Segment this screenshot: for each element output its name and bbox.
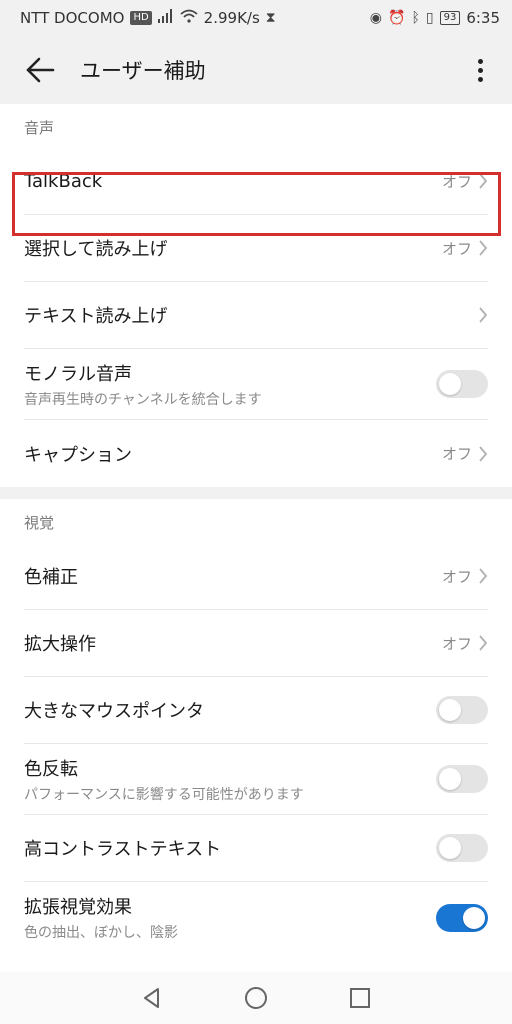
setting-magnification[interactable]: 拡大操作 オフ xyxy=(24,610,488,677)
chevron-right-icon xyxy=(479,568,488,584)
signal-icon xyxy=(157,9,174,27)
setting-talkback[interactable]: TalkBack オフ xyxy=(24,148,488,215)
hourglass-icon: ⧗ xyxy=(265,10,276,26)
setting-description: パフォーマンスに影響する可能性があります xyxy=(24,786,304,803)
setting-label: モノラル音声 xyxy=(24,363,132,385)
arrow-left-icon xyxy=(26,57,55,83)
toggle-knob xyxy=(439,373,461,395)
high-contrast-toggle[interactable] xyxy=(436,834,488,862)
setting-label: 色補正 xyxy=(24,567,78,588)
setting-value: オフ xyxy=(441,239,472,258)
wifi-icon xyxy=(180,9,198,27)
setting-description: 色の抽出、ぼかし、陰影 xyxy=(24,925,178,941)
mono-audio-toggle[interactable] xyxy=(436,370,488,398)
setting-description: 音声再生時のチャンネルを統合します xyxy=(24,391,262,408)
back-button[interactable] xyxy=(10,40,70,100)
dot-icon xyxy=(477,67,483,73)
circle-home-icon xyxy=(245,987,267,1009)
vibrate-icon: ▯ xyxy=(425,10,434,26)
network-speed: 2.99K/s xyxy=(203,9,260,27)
setting-large-pointer[interactable]: 大きなマウスポインタ xyxy=(24,677,488,744)
setting-mono-audio[interactable]: モノラル音声 音声再生時のチャンネルを統合します xyxy=(24,349,488,420)
large-pointer-toggle[interactable] xyxy=(436,696,488,724)
chevron-right-icon xyxy=(479,173,488,189)
setting-label: TalkBack xyxy=(24,170,103,192)
setting-label: テキスト読み上げ xyxy=(24,306,168,327)
dot-icon xyxy=(477,58,483,64)
setting-label: 大きなマウスポインタ xyxy=(24,701,204,722)
toggle-knob xyxy=(439,768,461,790)
chevron-right-icon xyxy=(479,635,488,651)
nav-recents-button[interactable] xyxy=(340,978,380,1018)
page-title: ユーザー補助 xyxy=(80,59,206,83)
setting-value: オフ xyxy=(441,445,472,463)
nav-back-button[interactable] xyxy=(132,978,172,1018)
setting-value: オフ xyxy=(441,567,472,586)
nav-home-button[interactable] xyxy=(236,978,276,1018)
alarm-icon: ⏰ xyxy=(388,10,406,26)
triangle-back-icon xyxy=(144,988,159,1008)
battery-indicator: 93 xyxy=(439,11,461,25)
setting-extended-visual[interactable]: 拡張視覚効果 色の抽出、ぼかし、陰影 xyxy=(24,882,488,953)
dot-icon xyxy=(477,76,483,82)
navigation-bar xyxy=(0,972,512,1024)
carrier-name: NTT DOCOMO xyxy=(20,9,125,27)
toggle-knob xyxy=(439,837,461,859)
section-header-vision: 視覚 xyxy=(24,514,55,532)
eye-icon: ◉ xyxy=(369,10,383,26)
setting-label: 拡張視覚効果 xyxy=(24,897,132,918)
section-divider xyxy=(0,487,512,499)
setting-value: オフ xyxy=(441,634,472,653)
setting-label: キャプション xyxy=(24,444,132,466)
setting-label: 高コントラストテキスト xyxy=(24,839,222,860)
setting-color-correction[interactable]: 色補正 オフ xyxy=(24,543,488,610)
square-recents-icon xyxy=(350,988,370,1008)
more-options-button[interactable] xyxy=(462,50,498,90)
setting-label: 選択して読み上げ xyxy=(24,239,168,260)
chevron-right-icon xyxy=(479,307,488,323)
bluetooth-icon: ᛒ xyxy=(411,10,420,26)
toggle-knob xyxy=(439,699,461,721)
app-bar: ユーザー補助 xyxy=(0,36,512,104)
setting-label: 拡大操作 xyxy=(24,634,96,655)
setting-label: 色反転 xyxy=(24,758,78,780)
toggle-knob xyxy=(463,906,485,929)
chevron-right-icon xyxy=(479,240,488,256)
hd-badge: HD xyxy=(130,11,152,25)
setting-high-contrast[interactable]: 高コントラストテキスト xyxy=(24,815,488,882)
clock: 6:35 xyxy=(466,9,500,27)
setting-value: オフ xyxy=(441,172,472,191)
color-inversion-toggle[interactable] xyxy=(436,765,488,793)
setting-select-to-speak[interactable]: 選択して読み上げ オフ xyxy=(24,215,488,282)
settings-list[interactable]: 音声 TalkBack オフ 選択して読み上げ オフ テキスト読み上げ モノラル… xyxy=(0,104,512,972)
section-header-audio: 音声 xyxy=(24,119,55,137)
setting-text-to-speech[interactable]: テキスト読み上げ xyxy=(24,282,488,349)
extended-visual-toggle[interactable] xyxy=(436,903,488,932)
chevron-right-icon xyxy=(479,445,488,462)
status-bar: NTT DOCOMO HD 2.99K/s ⧗ ◉ ⏰ ᛒ ▯ 93 6:35 xyxy=(0,0,512,36)
setting-captions[interactable]: キャプション オフ xyxy=(24,420,488,487)
setting-color-inversion[interactable]: 色反転 パフォーマンスに影響する可能性があります xyxy=(24,744,488,815)
